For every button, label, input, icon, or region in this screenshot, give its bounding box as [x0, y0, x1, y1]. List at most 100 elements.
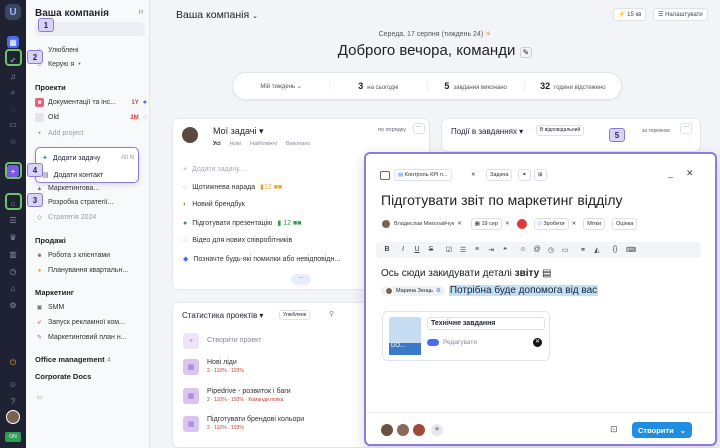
tab-new[interactable]: Нові: [230, 141, 241, 147]
edit-toggle[interactable]: [427, 339, 439, 346]
minimize-icon[interactable]: _: [668, 168, 673, 178]
power-icon[interactable]: ⏻: [7, 357, 19, 369]
priority-icon[interactable]: [516, 219, 527, 229]
attachment-card[interactable]: DO... Технічне завдання Редагувати ✕: [382, 311, 550, 361]
page-title[interactable]: Ваша компанія ⌄: [176, 9, 258, 21]
code-icon[interactable]: {}: [610, 246, 620, 253]
search-icon[interactable]: ⌕: [7, 87, 19, 99]
collapse-icon[interactable]: H: [139, 10, 143, 16]
task-row[interactable]: ○ Відео для нових співробітників: [183, 237, 358, 244]
sidebar-item-favorites[interactable]: ☆Улюблені: [35, 46, 147, 55]
link-icon[interactable]: ⚭: [518, 169, 531, 181]
type-chip[interactable]: Задача: [486, 169, 513, 181]
bold-icon[interactable]: B: [382, 246, 392, 253]
sidebar-marketing-1[interactable]: ➶ Запуск рекламної ком...: [35, 318, 147, 327]
star-icon[interactable]: ☆: [7, 135, 19, 147]
chart-icon[interactable]: ▥: [7, 248, 19, 260]
assignee[interactable]: Владислав Миколайчук: [394, 221, 454, 227]
due-chip[interactable]: ▦ 19 сер: [470, 218, 502, 230]
sidebar-item-manage[interactable]: ☺ Керую я •: [35, 60, 147, 69]
highlighted-text[interactable]: Потрібна буде допомога від вас: [448, 285, 599, 296]
member-avatar[interactable]: [396, 423, 410, 437]
close-icon[interactable]: ✕: [686, 168, 694, 179]
mention-chip[interactable]: Марина Зенць ⚙: [381, 285, 445, 296]
more-icon[interactable]: ···: [413, 123, 425, 134]
sort-label[interactable]: по порядку: [378, 127, 406, 133]
sidebar-sales-1[interactable]: ● Планування квартальн...: [35, 266, 147, 275]
grid-icon[interactable]: ⊞: [534, 169, 547, 181]
sidebar-marketing-0[interactable]: ▣ SMM: [35, 303, 147, 312]
more-icon[interactable]: ···: [680, 123, 692, 134]
tab-upcoming[interactable]: Найближчі: [250, 141, 277, 147]
close-icon[interactable]: ✕: [572, 221, 577, 227]
dashboard-icon[interactable]: ◷: [546, 246, 556, 254]
sidebar-project-3[interactable]: ◆Розробка стратегії...: [35, 198, 147, 207]
projects-section-title[interactable]: Проекти: [35, 83, 66, 92]
labels-chip[interactable]: Мітки: [583, 218, 606, 230]
numbered-list-icon[interactable]: ≡: [472, 246, 482, 253]
sidebar-project-1[interactable]: Old 2M ○: [35, 113, 147, 122]
create-project-row[interactable]: + Створити проект: [183, 333, 363, 349]
member-avatar[interactable]: [380, 423, 394, 437]
close-icon[interactable]: ✕: [505, 221, 510, 227]
rating-chip[interactable]: Оцінка: [612, 218, 638, 230]
notifications-icon[interactable]: ♫: [7, 70, 19, 82]
project-row[interactable]: ▦ Нові ліди 2 · 110% · 193%: [183, 359, 363, 375]
task-row[interactable]: ● Підготувати презентацію ▮ 12 ■■: [183, 219, 358, 228]
italic-icon[interactable]: I: [398, 246, 408, 253]
sidebar-marketing-2[interactable]: ✎ Маркетинговий план н...: [35, 333, 147, 342]
tab-all[interactable]: Усі: [213, 141, 221, 147]
project-row[interactable]: ▦ Pipedrive - розвиток і баги 2 · 110% · 1…: [183, 388, 363, 404]
chat-icon[interactable]: ◌: [7, 103, 19, 115]
term-label[interactable]: за терміном: [642, 128, 670, 134]
settings-button[interactable]: ☰ Налаштувати: [653, 8, 708, 21]
underline-icon[interactable]: U: [412, 246, 422, 253]
remove-project-icon[interactable]: ✕: [468, 169, 479, 181]
close-icon[interactable]: ✕: [457, 221, 462, 227]
attachment-title-input[interactable]: Технічне завдання: [427, 317, 545, 330]
mention-icon[interactable]: @: [532, 246, 542, 253]
link-icon[interactable]: ⚭: [578, 246, 588, 254]
archive-icon[interactable]: ▭: [35, 393, 147, 402]
time-icon[interactable]: ◷: [7, 265, 19, 277]
cost-button[interactable]: ⚡ 15 кв: [613, 8, 647, 21]
task-title[interactable]: Підготувати звіт по маркетинг відділу: [381, 192, 623, 208]
sidebar-project-4[interactable]: ◇ Стратегія 2024: [35, 213, 147, 222]
marketing-section-title[interactable]: Маркетинг: [35, 288, 74, 297]
add-task-item[interactable]: ✦ Додати задачу Alt N: [42, 154, 134, 163]
project-stats-filter[interactable]: Улюблене: [279, 310, 311, 320]
bullet-list-icon[interactable]: ☰: [458, 246, 468, 254]
my-tasks-title[interactable]: Мої задачі ▾: [213, 126, 264, 137]
sidebar-project-2[interactable]: ▲ Маркетингова...: [35, 184, 147, 193]
user-avatar[interactable]: [6, 410, 20, 424]
app-logo-icon[interactable]: U: [5, 4, 21, 20]
indent-icon[interactable]: ⇥: [486, 246, 496, 254]
project-chip[interactable]: ▤ Контроль КРІ п...: [394, 169, 452, 181]
panel-icon[interactable]: [380, 171, 390, 180]
lock-icon[interactable]: ⊡: [610, 424, 618, 435]
events-title[interactable]: Події в завданнях ▾: [451, 127, 523, 136]
bank-icon[interactable]: ⌂: [7, 282, 19, 294]
filter-icon[interactable]: ⚲: [329, 310, 334, 318]
checklist-icon[interactable]: ☑: [444, 246, 454, 254]
trophy-icon[interactable]: ♛: [7, 231, 19, 243]
add-task-input[interactable]: + Додати задачу...: [183, 166, 358, 173]
project-stats-title[interactable]: Статистика проектів ▾: [182, 311, 263, 320]
emoji-icon[interactable]: ☺: [518, 246, 528, 253]
video-icon[interactable]: ▭: [560, 246, 570, 254]
task-row[interactable]: ◆ Позначте будь-які помилки або невідпові…: [183, 255, 358, 264]
embed-icon[interactable]: ⌨: [626, 246, 636, 254]
add-contact-item[interactable]: ▤ Додати контакт: [42, 171, 134, 180]
add-project-link[interactable]: + Add project: [35, 129, 147, 138]
task-row[interactable]: ○ Щотижнева нарада ▮12 ■■: [183, 183, 358, 192]
task-description[interactable]: Ось сюди закидувати деталі звіту ▤: [381, 268, 551, 279]
sidebar-sales-0[interactable]: ☻ Робота з клієнтами: [35, 251, 147, 260]
create-button[interactable]: Створити ⌄: [632, 422, 692, 438]
member-avatar[interactable]: [412, 423, 426, 437]
remove-attachment-icon[interactable]: ✕: [533, 338, 542, 347]
project-row[interactable]: ▦ Підготувати брендові кольори 2 · 110% · …: [183, 416, 363, 432]
status-chip[interactable]: ◇ Зробити: [533, 218, 569, 230]
docs-icon[interactable]: ☰: [7, 214, 19, 226]
help-icon[interactable]: ?: [7, 395, 19, 407]
quote-icon[interactable]: ❝: [500, 246, 510, 254]
